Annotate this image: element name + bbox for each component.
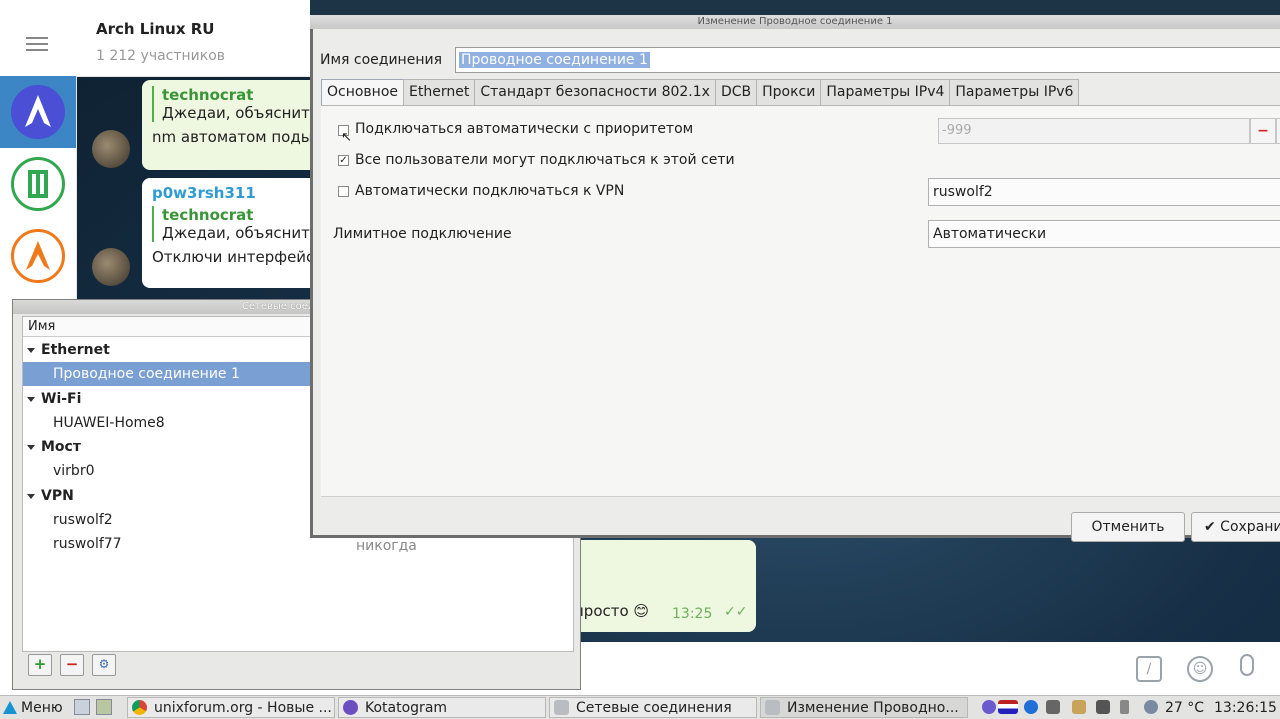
auto-connect-label: Подключаться автоматически с приоритетом — [355, 121, 694, 137]
message-time: 13:25 — [672, 606, 713, 622]
cancel-button[interactable]: Отменить — [1071, 512, 1185, 542]
avatar[interactable] — [92, 248, 130, 286]
chat-title[interactable]: Arch Linux RU — [96, 20, 214, 38]
expander-icon[interactable] — [27, 396, 35, 402]
taskbar: Меню unixforum.org - Новые ... Kotatogra… — [0, 695, 1280, 719]
tab-8021x[interactable]: Стандарт безопасности 802.1x — [474, 79, 716, 105]
mouse-cursor-icon: ↖ — [341, 130, 352, 145]
battery-icon[interactable] — [1120, 700, 1129, 714]
metered-select[interactable]: Автоматически — [928, 220, 1280, 248]
emoji-icon[interactable]: ☺ — [1187, 656, 1213, 682]
connection-name-label: Имя соединения — [320, 52, 443, 68]
tab-dcb[interactable]: DCB — [714, 79, 758, 105]
chat-members-count: 1 212 участников — [96, 48, 226, 64]
orange-arch-icon — [11, 229, 65, 283]
window-icon — [765, 700, 780, 715]
clipboard-icon[interactable] — [1072, 700, 1086, 714]
kotatogram-icon — [343, 700, 358, 715]
chrome-icon — [132, 700, 147, 715]
arch-logo-icon — [3, 701, 17, 714]
priority-increment-button[interactable]: + — [1276, 118, 1280, 144]
dialog-body: Имя соединения Проводное соединение 1 Ос… — [313, 29, 1280, 542]
edit-connection-dialog: Изменение Проводное соединение 1 Имя сое… — [310, 15, 1280, 542]
metered-label: Лимитное подключение — [333, 226, 512, 242]
chat-item-2[interactable] — [0, 148, 76, 220]
tab-bar: Основное Ethernet Стандарт безопасности 80… — [321, 79, 1080, 106]
general-tab-page: Подключаться автоматически с приоритетом… — [321, 105, 1280, 496]
auto-vpn-label: Автоматически подключаться к VPN — [355, 183, 625, 199]
task-kotatogram[interactable]: Kotatogram — [338, 697, 546, 718]
read-checks-icon: ✓✓ — [724, 604, 748, 620]
expander-icon[interactable] — [27, 347, 35, 353]
keyboard-layout-flag-icon[interactable] — [998, 700, 1018, 714]
dialog-title[interactable]: Изменение Проводное соединение 1 — [310, 15, 1280, 29]
menu-label: Меню — [21, 700, 63, 716]
last-used-value: никогда — [356, 538, 417, 554]
expander-icon[interactable] — [27, 493, 35, 499]
message-text: просто 😊 — [574, 602, 650, 620]
auto-vpn-checkbox[interactable] — [338, 186, 349, 197]
file-manager-icon[interactable] — [96, 699, 112, 715]
temperature: 27 °C — [1165, 700, 1205, 716]
command-icon[interactable]: / — [1136, 656, 1162, 682]
connection-name-input[interactable]: Проводное соединение 1 — [455, 47, 1280, 73]
arch-logo-icon — [11, 85, 65, 139]
save-button[interactable]: ✔ Сохрани — [1191, 512, 1280, 542]
task-edit-connection[interactable]: Изменение Проводно... — [760, 697, 968, 718]
tab-general[interactable]: Основное — [321, 79, 405, 105]
weather-icon[interactable] — [1144, 700, 1158, 714]
task-browser[interactable]: unixforum.org - Новые ... — [127, 697, 335, 718]
remove-connection-button[interactable]: − — [60, 654, 84, 676]
connection-name-value[interactable]: Проводное соединение 1 — [459, 52, 650, 68]
tab-ipv4[interactable]: Параметры IPv4 — [820, 79, 951, 105]
ru-logo-icon — [11, 157, 65, 211]
avatar[interactable] — [92, 130, 130, 168]
priority-spinbox[interactable]: -999 — [938, 118, 1250, 144]
tab-ethernet[interactable]: Ethernet — [403, 79, 476, 105]
network-icon[interactable] — [1046, 700, 1060, 714]
kotatogram-tray-icon[interactable] — [982, 700, 996, 714]
bluetooth-icon[interactable] — [1024, 700, 1038, 714]
all-users-label: Все пользователи могут подключаться к эт… — [355, 152, 735, 168]
all-users-checkbox[interactable]: ✓ — [338, 155, 349, 166]
tab-proxy[interactable]: Прокси — [756, 79, 822, 105]
signal-icon[interactable] — [1096, 700, 1110, 714]
settings-gear-icon[interactable]: ⚙ — [92, 654, 116, 676]
clock[interactable]: 13:26:15 — [1214, 698, 1277, 718]
chat-item-3[interactable] — [0, 220, 76, 292]
start-menu-button[interactable]: Меню — [3, 698, 63, 718]
show-desktop-icon[interactable] — [74, 699, 90, 715]
menu-icon[interactable] — [26, 37, 48, 51]
tab-ipv6[interactable]: Параметры IPv6 — [949, 79, 1080, 105]
expander-icon[interactable] — [27, 444, 35, 450]
window-icon — [554, 700, 569, 715]
add-connection-button[interactable]: + — [28, 654, 52, 676]
vpn-select[interactable]: ruswolf2 — [928, 178, 1280, 206]
priority-decrement-button[interactable]: − — [1250, 118, 1276, 144]
chat-item-arch-linux-ru[interactable] — [0, 76, 76, 148]
mic-icon[interactable] — [1240, 654, 1254, 676]
divider — [321, 496, 1280, 497]
chat-header: Arch Linux RU 1 212 участников — [0, 0, 310, 77]
task-network-connections[interactable]: Сетевые соединения — [549, 697, 757, 718]
